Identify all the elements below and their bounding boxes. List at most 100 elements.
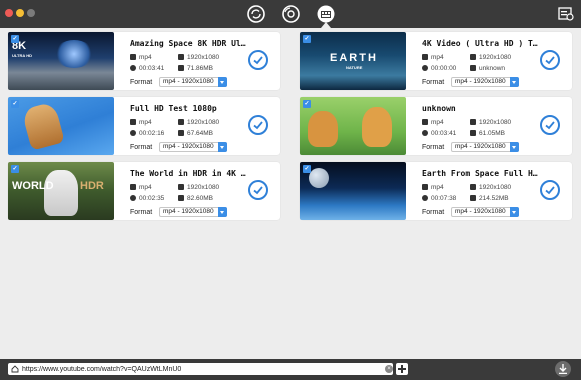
container-info: mp4 [422,184,444,191]
clock-icon [422,130,428,136]
download-check-button[interactable] [540,180,560,200]
add-url-button[interactable] [396,363,408,375]
download-check-button[interactable] [248,180,268,200]
download-check-button[interactable] [540,50,560,70]
video-title: Earth From Space Full HD 1080p [422,169,540,178]
video-thumbnail[interactable]: EARTH NATURE ✓ [300,32,406,90]
thumbnail-text: WORLD [12,180,54,192]
close-window-button[interactable] [5,9,13,17]
video-card[interactable]: ✓ Earth From Space Full HD 1080p mp4 192… [300,162,572,220]
lizard-graphic [21,101,65,151]
video-thumbnail[interactable]: ✓ [300,97,406,155]
settings-icon[interactable] [558,6,574,22]
moon-graphic [309,168,329,188]
format-select[interactable]: mp4 - 1920x1080 [451,142,519,152]
video-title: Amazing Space 8K HDR Ultra HD [130,39,248,48]
url-bar[interactable]: × [8,363,393,375]
film-icon [422,54,428,60]
video-card[interactable]: WORLD HDR ✓ The World in HDR in 4K (ULTR… [8,162,280,220]
video-card[interactable]: ✓ Full HD Test 1080p mp4 1920x1080 00:02… [8,97,280,155]
home-icon[interactable] [11,365,19,373]
container-info: mp4 [422,119,444,126]
format-select[interactable]: mp4 - 1920x1080 [159,207,227,217]
lion-graphic [362,107,392,147]
video-thumbnail[interactable]: WORLD HDR ✓ [8,162,114,220]
duration-info: 00:00:00 [422,65,456,72]
filesize-icon [470,130,476,136]
size-info: 67.64MB [178,130,213,137]
clock-icon [130,195,136,201]
format-select[interactable]: mp4 - 1920x1080 [159,77,227,87]
chevron-down-icon [218,77,227,87]
chevron-down-icon [218,207,227,217]
download-check-button[interactable] [248,50,268,70]
title-bar [0,0,581,28]
duration-info: 00:02:16 [130,130,164,137]
clock-icon [422,195,428,201]
checkmark-icon [253,186,263,195]
download-arrow-icon [559,364,567,374]
select-checkbox[interactable]: ✓ [11,100,19,108]
video-thumbnail[interactable]: ✓ [8,97,114,155]
lion-graphic [308,111,338,147]
resolution-info: 1920x1080 [178,184,219,191]
filesize-icon [178,65,184,71]
checkmark-icon [545,121,555,130]
tiger-graphic [44,170,78,216]
clear-icon[interactable]: × [385,365,393,373]
chevron-down-icon [510,207,519,217]
maximize-window-button[interactable] [27,9,35,17]
download-check-button[interactable] [248,115,268,135]
resolution-info: 1920x1080 [178,119,219,126]
resolution-icon [470,54,476,60]
checkmark-icon [545,186,555,195]
resolution-info: 1920x1080 [470,184,511,191]
size-info: unknown [470,65,505,72]
clock-icon [130,65,136,71]
planet-graphic [54,40,94,68]
thumbnail-text: EARTH [330,52,378,64]
dvd-icon[interactable] [281,4,301,24]
video-card[interactable]: EARTH NATURE ✓ 4K Video ( Ultra HD ) The… [300,32,572,90]
resolution-info: 1920x1080 [470,119,511,126]
video-card[interactable]: ✓ unknown mp4 1920x1080 00:03:41 61.05MB… [300,97,572,155]
format-label: Format [130,209,153,216]
download-all-button[interactable] [555,361,571,377]
chevron-down-icon [510,142,519,152]
video-title: 4K Video ( Ultra HD ) The World [422,39,540,48]
select-checkbox[interactable]: ✓ [303,165,311,173]
duration-info: 00:02:35 [130,195,164,202]
video-thumbnail[interactable]: 8K ULTRA HD ✓ [8,32,114,90]
minimize-window-button[interactable] [16,9,24,17]
video-title: unknown [422,104,456,113]
film-icon [130,184,136,190]
video-thumbnail[interactable]: ✓ [300,162,406,220]
format-select[interactable]: mp4 - 1920x1080 [451,77,519,87]
thumbnail-subtext: HDR [80,180,104,192]
select-checkbox[interactable]: ✓ [11,165,19,173]
format-label: Format [422,79,445,86]
convert-icon[interactable] [246,4,266,24]
select-checkbox[interactable]: ✓ [303,100,311,108]
size-info: 214.52MB [470,195,509,202]
select-checkbox[interactable]: ✓ [11,35,19,43]
select-checkbox[interactable]: ✓ [303,35,311,43]
url-input[interactable] [22,363,377,375]
download-icon[interactable] [316,4,336,24]
download-check-button[interactable] [540,115,560,135]
size-info: 82.60MB [178,195,213,202]
format-label: Format [422,209,445,216]
video-card[interactable]: 8K ULTRA HD ✓ Amazing Space 8K HDR Ultra… [8,32,280,90]
checkmark-icon [253,56,263,65]
chevron-down-icon [218,142,227,152]
filesize-icon [470,195,476,201]
filesize-icon [178,130,184,136]
format-label: Format [130,79,153,86]
size-info: 71.86MB [178,65,213,72]
format-select[interactable]: mp4 - 1920x1080 [159,142,227,152]
film-icon [130,54,136,60]
format-select[interactable]: mp4 - 1920x1080 [451,207,519,217]
format-label: Format [422,144,445,151]
format-label: Format [130,144,153,151]
resolution-info: 1920x1080 [178,54,219,61]
